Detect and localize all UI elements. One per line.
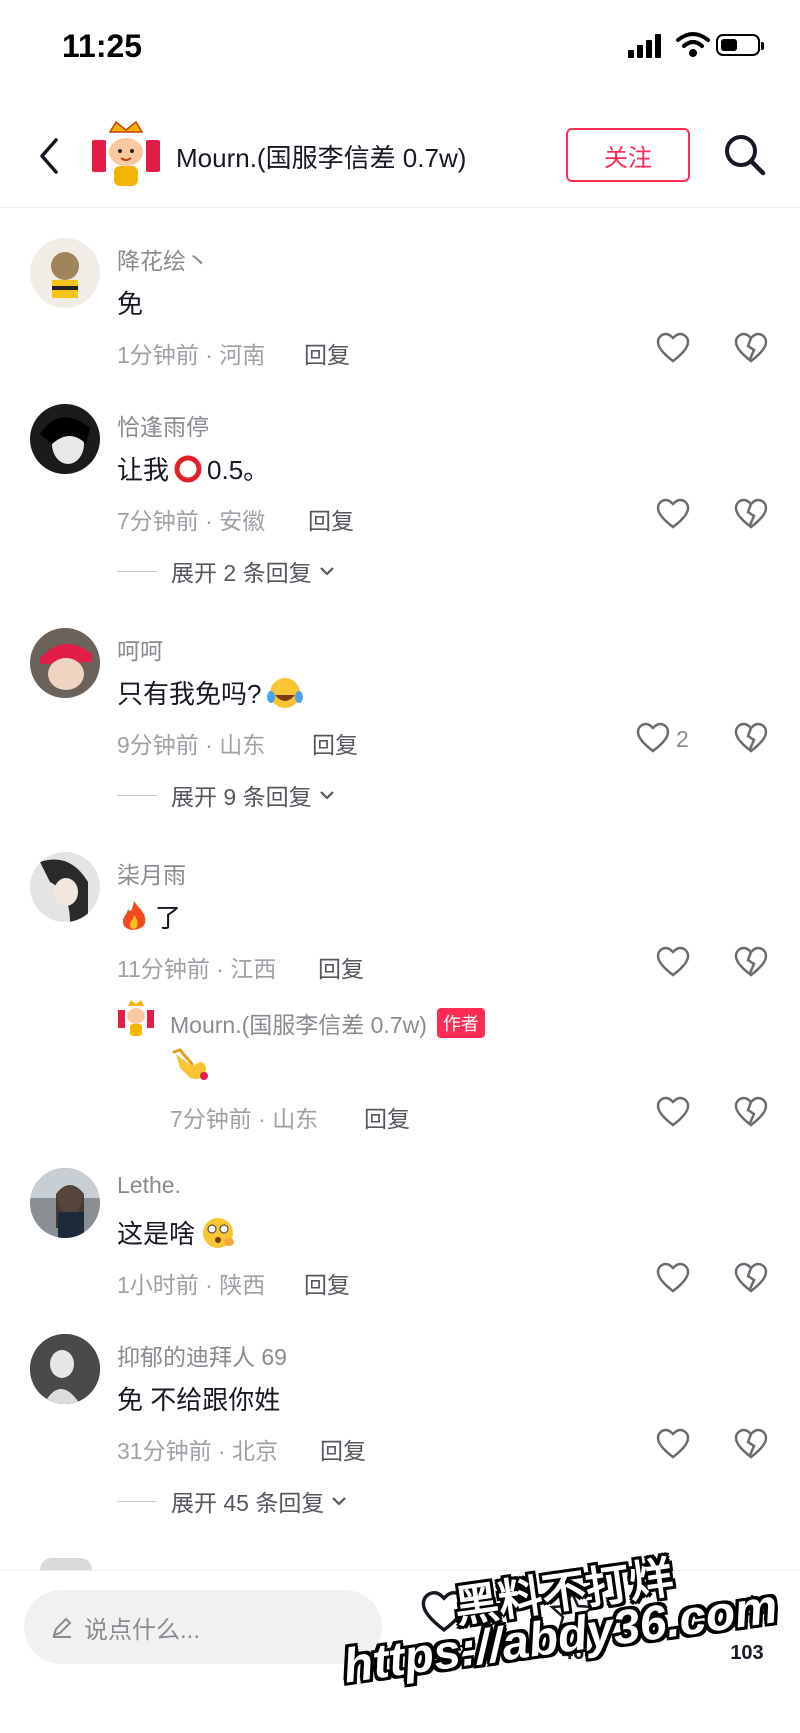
reply-button[interactable]: 回复 — [320, 1432, 366, 1466]
expand-replies-button[interactable]: 展开 2 条回复 — [117, 554, 336, 588]
dislike-icon[interactable] — [734, 1262, 768, 1294]
chevron-down-icon — [332, 1497, 347, 1506]
avatar[interactable] — [30, 628, 100, 698]
comment-text-tail: 0.5。 — [207, 455, 270, 485]
dislike-icon[interactable] — [734, 1428, 768, 1460]
heart-icon[interactable] — [656, 1262, 690, 1294]
comment-text-content: 免 不给跟你姓 — [117, 1385, 281, 1415]
author-avatar[interactable] — [90, 118, 162, 190]
reply-button[interactable]: 回复 — [312, 726, 358, 760]
battery-icon — [716, 34, 764, 56]
avatar[interactable] — [30, 238, 100, 308]
heart-icon[interactable] — [636, 722, 670, 754]
heart-icon[interactable] — [656, 1428, 690, 1460]
comment-meta: 1分钟前 · 河南 — [117, 342, 266, 368]
chevron-down-icon — [319, 791, 334, 800]
comment-text-content: 只有我免吗? — [117, 679, 262, 709]
bottom-divider — [0, 1570, 800, 1571]
author-avatar-small[interactable] — [118, 998, 154, 1038]
reply-button[interactable]: 回复 — [364, 1100, 410, 1134]
comment-meta: 9分钟前 · 山东 — [117, 732, 266, 758]
comment-username[interactable]: 柒月雨 — [117, 856, 186, 890]
expand-label: 展开 9 条回复 — [171, 784, 312, 810]
dislike-icon[interactable] — [734, 946, 768, 978]
search-icon[interactable] — [722, 132, 768, 178]
share-total: 103 — [730, 1642, 764, 1664]
comment-username[interactable]: 抑郁的迪拜人 69 — [117, 1338, 287, 1372]
expand-replies-button[interactable]: 展开 9 条回复 — [117, 778, 336, 812]
comment-text: 免 不给跟你姓 — [117, 1380, 280, 1417]
reply-button[interactable]: 回复 — [304, 336, 350, 370]
comment-input-placeholder: 说点什么... — [84, 1616, 201, 1644]
author-badge: 作者 — [436, 1008, 485, 1038]
avatar-partial — [40, 1558, 92, 1570]
heart-icon[interactable] — [656, 498, 690, 530]
reply-author-name[interactable]: Mourn.(国服李信差 0.7w) — [170, 1006, 427, 1040]
avatar[interactable] — [30, 1334, 100, 1404]
pointing-hand-emoji-icon — [172, 1048, 208, 1080]
signal-icon — [628, 34, 664, 58]
laugh-cry-emoji-icon — [267, 677, 304, 708]
comment-text: 这是啥 — [117, 1214, 237, 1251]
comment-text-content: 免 — [117, 289, 144, 319]
reply-meta: 7分钟前 · 山东 — [170, 1106, 319, 1132]
comment-username[interactable]: Lethe. — [117, 1172, 181, 1199]
comment-username[interactable]: 降花绘丶 — [117, 242, 209, 276]
comment-meta: 31分钟前 · 北京 — [117, 1438, 279, 1464]
red-circle-icon — [174, 455, 202, 482]
comment-text-content: 了 — [155, 903, 182, 933]
expand-label: 展开 2 条回复 — [171, 560, 312, 586]
reply-author-row: Mourn.(国服李信差 0.7w) 作者 — [170, 1006, 485, 1040]
expand-replies-button[interactable]: 展开 45 条回复 — [117, 1484, 348, 1518]
wifi-icon — [676, 32, 710, 57]
expand-line — [117, 794, 157, 796]
avatar[interactable] — [30, 1168, 100, 1238]
reply-button[interactable]: 回复 — [318, 950, 364, 984]
pencil-icon — [52, 1617, 72, 1638]
dislike-icon[interactable] — [734, 722, 768, 754]
expand-line — [117, 1500, 157, 1502]
chevron-down-icon — [319, 567, 334, 576]
expand-line — [117, 570, 157, 572]
heart-icon[interactable] — [656, 332, 690, 364]
comment-username[interactable]: 恰逢雨停 — [117, 408, 209, 442]
comment-input[interactable]: 说点什么... — [24, 1590, 382, 1664]
reply-button[interactable]: 回复 — [308, 502, 354, 536]
heart-icon[interactable] — [656, 1096, 690, 1128]
comment-text-content: 这是啥 — [117, 1219, 196, 1249]
comment-meta: 11分钟前 · 江西 — [117, 956, 277, 982]
dislike-icon[interactable] — [734, 1096, 768, 1128]
fire-emoji-icon — [122, 900, 146, 930]
reply-button[interactable]: 回复 — [304, 1266, 350, 1300]
header-divider — [0, 207, 800, 208]
comment-text: 让我 0.5。 — [117, 450, 269, 487]
back-icon[interactable] — [34, 134, 64, 178]
comment-text-content: 让我 — [117, 455, 170, 485]
comment-text: 了 — [117, 898, 181, 935]
heart-icon[interactable] — [656, 946, 690, 978]
follow-button[interactable]: 关注 — [566, 128, 690, 182]
avatar[interactable] — [30, 852, 100, 922]
comment-meta: 7分钟前 · 安徽 — [117, 508, 266, 534]
thinking-emoji-icon — [203, 1217, 235, 1248]
expand-label: 展开 45 条回复 — [171, 1490, 325, 1516]
status-time: 11:25 — [62, 28, 143, 64]
page-title: Mourn.(国服李信差 0.7w) — [176, 143, 467, 173]
like-count: 2 — [676, 726, 689, 752]
avatar[interactable] — [30, 404, 100, 474]
dislike-icon[interactable] — [734, 498, 768, 530]
comment-text: 免 — [117, 284, 143, 321]
comment-meta: 1小时前 · 陕西 — [117, 1272, 266, 1298]
comment-text: 只有我免吗? — [117, 674, 305, 711]
dislike-icon[interactable] — [734, 332, 768, 364]
comment-username[interactable]: 呵呵 — [117, 632, 163, 666]
